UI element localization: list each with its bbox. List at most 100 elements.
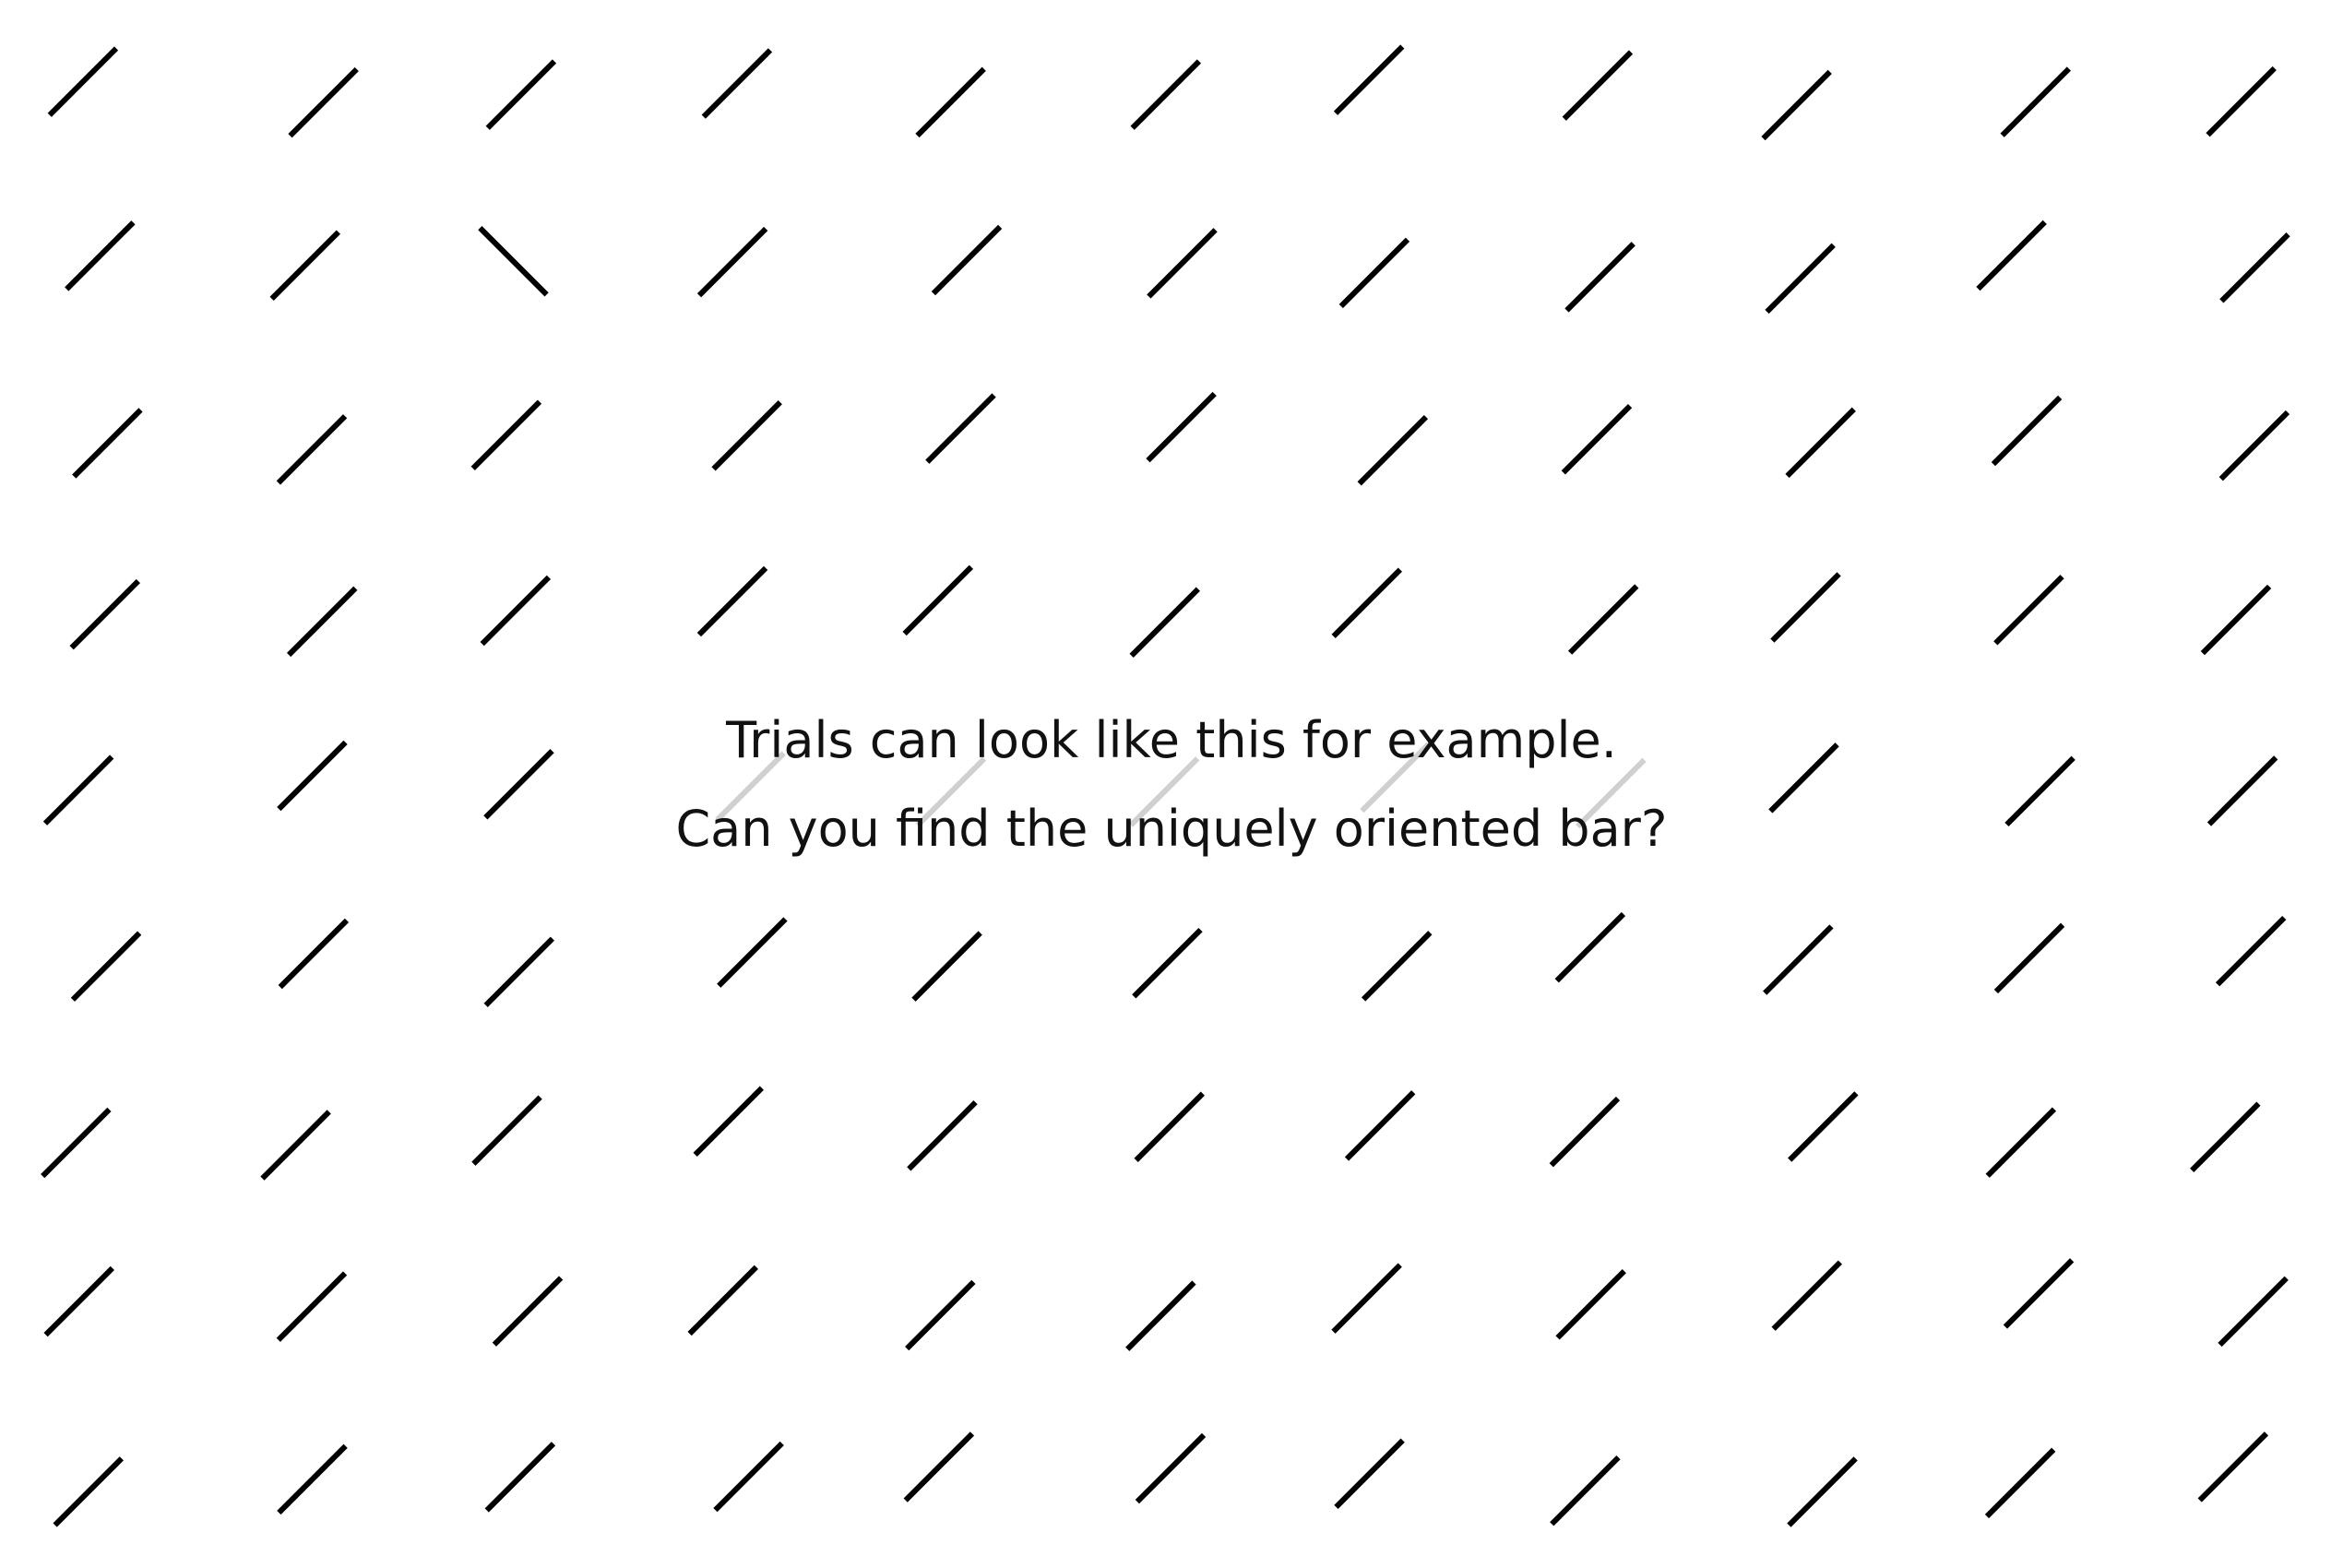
faded-bar [1576, 757, 1647, 829]
distractor-bar [902, 564, 973, 636]
distractor-bar [711, 400, 782, 471]
distractor-bar [2219, 232, 2290, 303]
distractor-bar [41, 1107, 112, 1179]
distractor-bar [915, 66, 986, 138]
distractor-bar [1567, 584, 1639, 655]
distractor-bar [911, 931, 982, 1002]
distractor-bar [1549, 1096, 1621, 1168]
distractor-bar [1334, 1438, 1405, 1510]
distractor-bar [47, 46, 119, 117]
distractor-bar [2197, 1431, 2269, 1503]
distractor-bar [1562, 50, 1634, 121]
distractor-bar [1976, 220, 2047, 291]
distractor-bar [1785, 407, 1856, 479]
distractor-bar [471, 1095, 542, 1166]
distractor-bar [1993, 575, 2064, 646]
distractor-bar [1134, 1091, 1205, 1163]
target-bar [478, 226, 549, 297]
distractor-bar [277, 1443, 348, 1515]
distractor-bar [701, 48, 773, 119]
distractor-bar [484, 1442, 556, 1513]
distractor-bar [70, 931, 142, 1002]
distractor-bar [931, 224, 1003, 296]
distractor-bar [276, 414, 348, 485]
distractor-bar [1770, 572, 1841, 643]
distractor-bar [1554, 911, 1626, 983]
distractor-bar [1984, 1447, 2056, 1519]
faded-bar [915, 756, 987, 827]
distractor-bar [905, 1279, 976, 1351]
distractor-bar [1555, 1268, 1626, 1340]
distractor-bar [1135, 1432, 1207, 1504]
distractor-bar [1338, 237, 1410, 309]
distractor-bar [1129, 587, 1200, 659]
distractor-bar [269, 230, 340, 301]
distractor-bar [2190, 1101, 2261, 1173]
distractor-bar [1761, 69, 1832, 141]
distractor-bar [53, 1456, 124, 1527]
distractor-bar [1564, 242, 1635, 313]
stimulus-field [41, 44, 2290, 1527]
distractor-bar [492, 1276, 564, 1347]
distractor-bar [1763, 924, 1834, 995]
distractor-bar [286, 586, 358, 658]
distractor-bar [903, 1431, 975, 1503]
distractor-bar [65, 220, 136, 291]
distractor-bar [696, 226, 768, 298]
distractor-bar [276, 1271, 348, 1342]
distractor-bar [1132, 927, 1203, 999]
distractor-bar [693, 1086, 764, 1158]
distractor-bar [1146, 391, 1217, 463]
distractor-bar [1331, 1263, 1402, 1334]
distractor-bar [72, 408, 143, 479]
distractor-bar [1765, 243, 1836, 315]
distractor-bar [1333, 44, 1405, 115]
distractor-bar [1788, 1091, 1859, 1162]
distractor-bar [277, 740, 348, 812]
distractor-bar [69, 578, 140, 650]
distractor-bar [713, 1441, 784, 1513]
distractor-bar [480, 575, 552, 647]
distractor-bar [278, 918, 350, 990]
distractor-bar [2206, 65, 2277, 137]
distractor-bar [1768, 742, 1839, 814]
faded-bar [715, 751, 786, 822]
distractor-bar [470, 399, 542, 470]
distractor-bar [2206, 755, 2278, 826]
distractor-bar [483, 749, 554, 820]
distractor-bar [1130, 59, 1202, 130]
distractor-bar [2200, 584, 2272, 656]
distractor-bar [925, 393, 996, 464]
distractor-bar [1361, 931, 1433, 1002]
distractor-bar [1985, 1107, 2057, 1178]
distractor-bar [1561, 403, 1633, 475]
faded-bar [1360, 742, 1431, 814]
distractor-bar [1787, 1456, 1858, 1527]
distractor-bar [1357, 414, 1429, 486]
distractor-bar [717, 917, 788, 988]
distractor-bar [687, 1265, 758, 1336]
distractor-bar [1771, 1260, 1842, 1331]
distractor-bar [1991, 395, 2063, 467]
distractor-bar [288, 66, 359, 138]
distractor-bar [2218, 1276, 2289, 1348]
distractor-bar [483, 936, 554, 1008]
faded-bar [1128, 756, 1200, 827]
distractor-bar [907, 1100, 978, 1171]
distractor-bar [1550, 1455, 1621, 1526]
distractor-bar [1147, 228, 1218, 299]
distractor-bar [2003, 1258, 2075, 1329]
distractor-bar [485, 59, 557, 130]
distractor-bar [2215, 915, 2287, 987]
distractor-bar [42, 754, 114, 826]
distractor-bar [1331, 567, 1403, 638]
distractor-bar [1993, 922, 2065, 994]
distractor-bar [260, 1110, 331, 1181]
distractor-bar [2000, 66, 2071, 137]
distractor-bar [2218, 410, 2290, 481]
distractor-bar [43, 1265, 114, 1337]
distractor-bar [1344, 1090, 1416, 1161]
distractor-bar [696, 565, 768, 637]
distractor-bar [2004, 755, 2075, 827]
distractor-bar [1125, 1280, 1196, 1351]
